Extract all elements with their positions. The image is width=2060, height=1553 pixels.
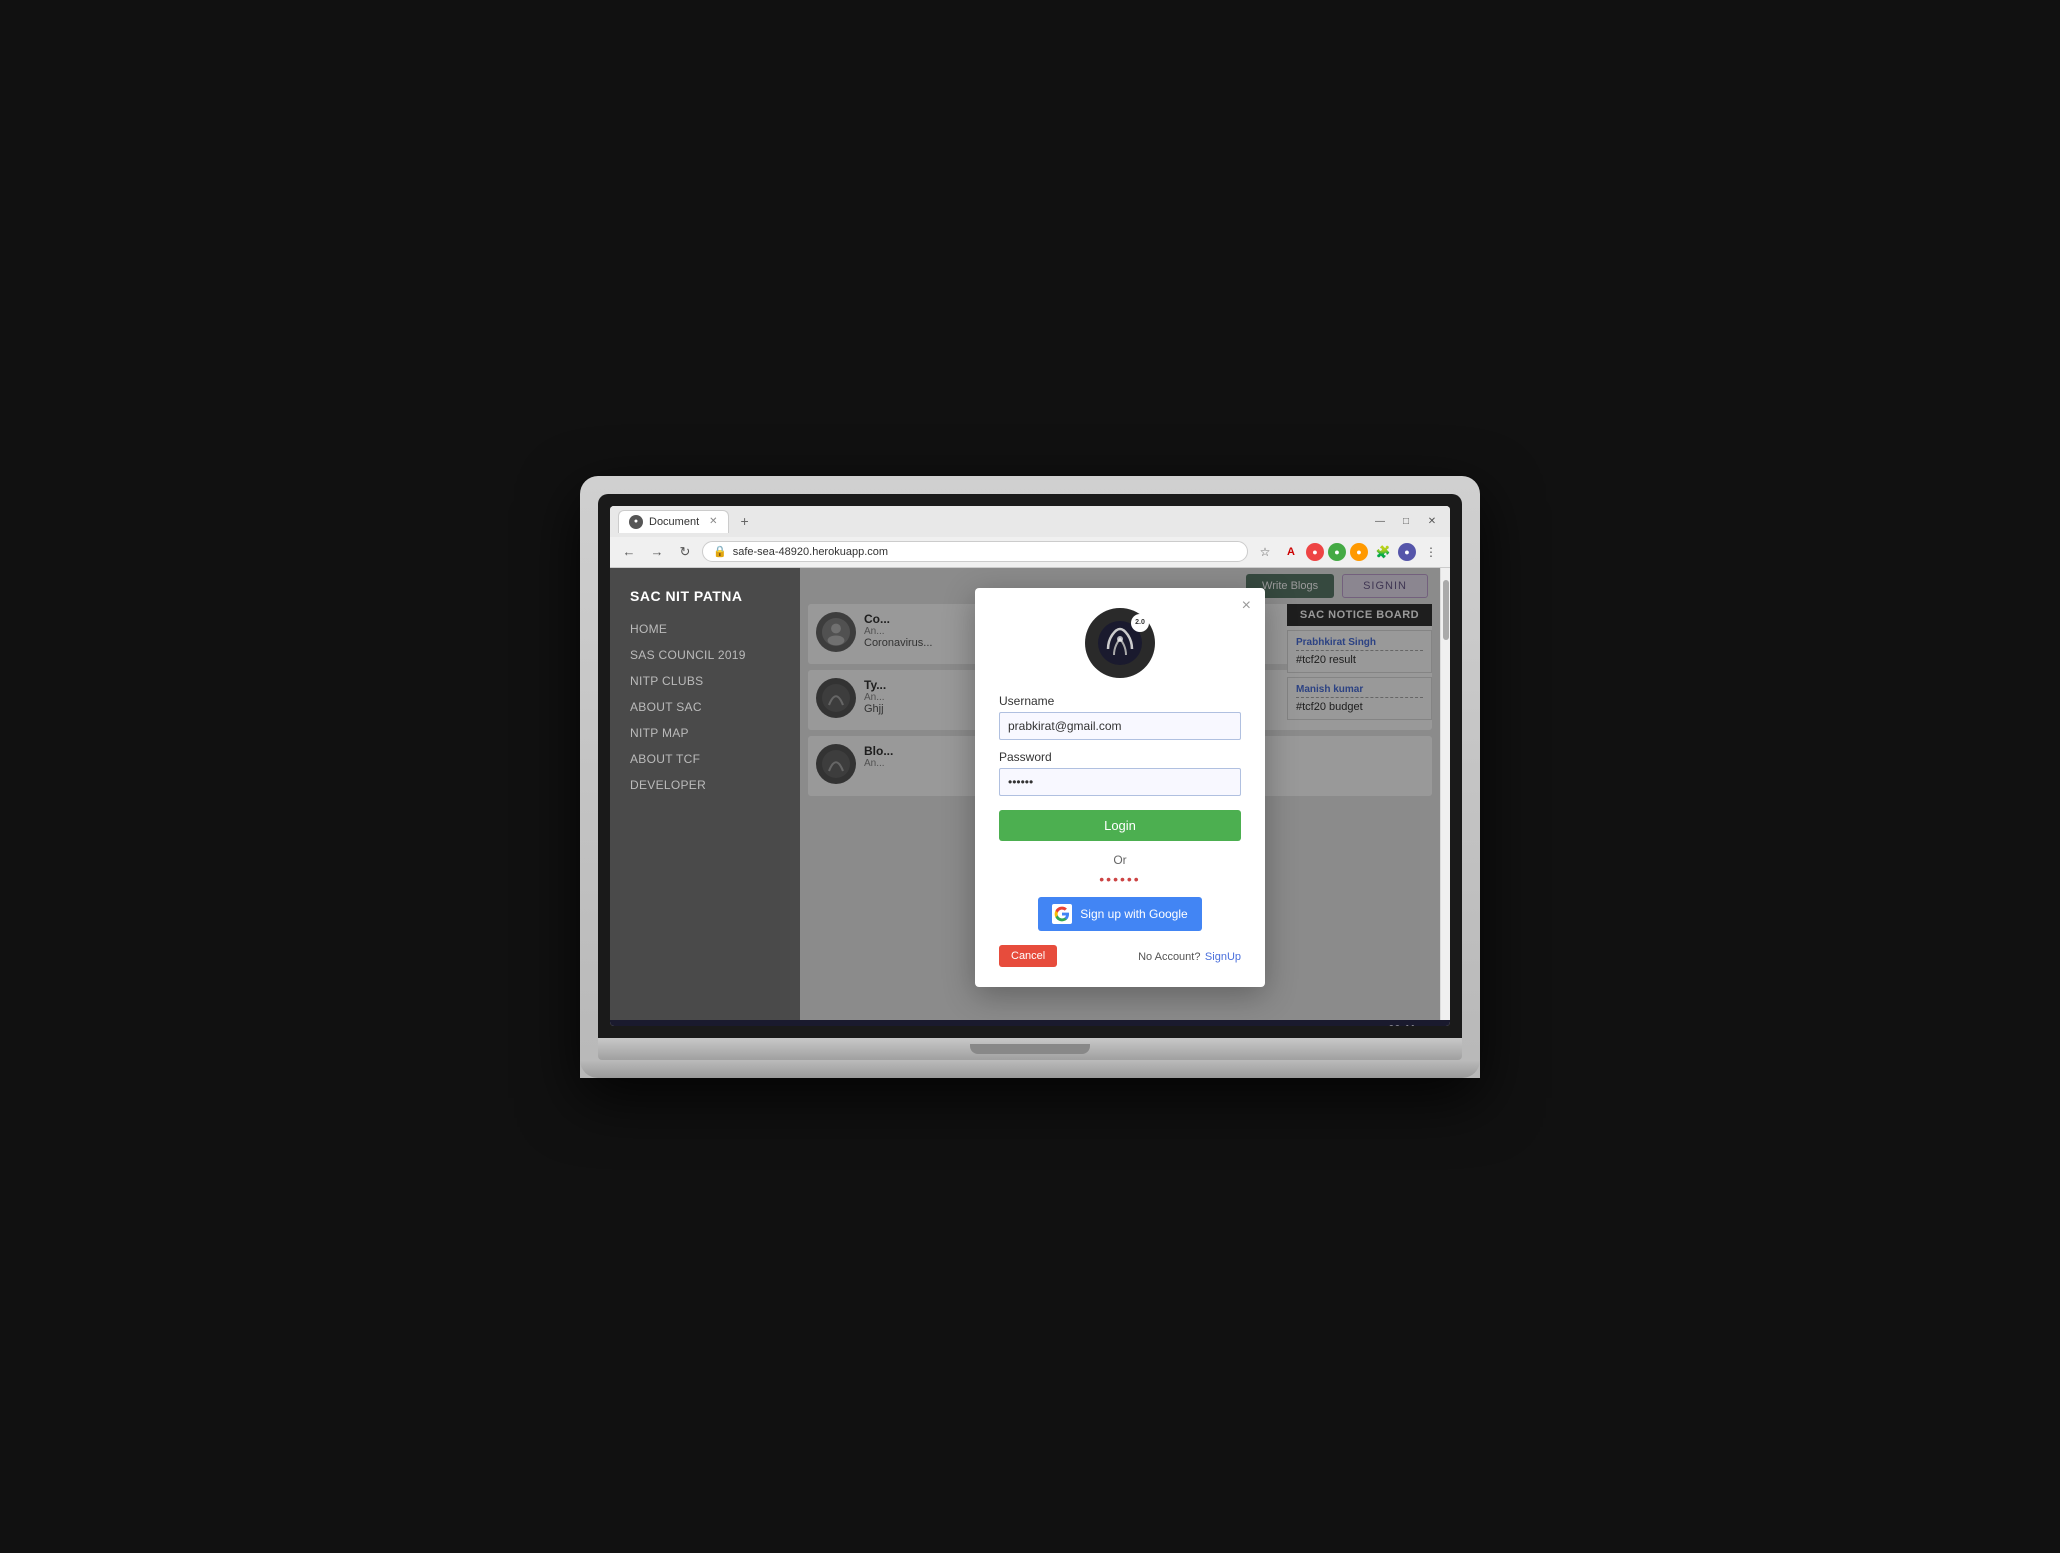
sidebar-item-home[interactable]: HOME [610,616,800,642]
main-area: Write Blogs SIGNIN [800,568,1440,1020]
file-explorer-icon[interactable]: 📁 [824,1024,848,1026]
logo-badge: 2.0 [1131,614,1149,632]
forward-button[interactable]: → [646,541,668,563]
signup-link[interactable]: SignUp [1205,951,1241,963]
modal-overlay: × 2.0 [800,568,1440,1020]
google-signup-button[interactable]: Sign up with Google [1038,897,1201,931]
tab-close-icon[interactable]: ✕ [709,516,717,527]
app-5-icon[interactable]: ⬢ [992,1024,1016,1026]
tab-label: Document [649,516,699,528]
scrollbar[interactable] [1440,568,1450,1020]
username-label: Username [999,694,1241,708]
back-button[interactable]: ← [618,541,640,563]
sidebar-item-nitp-clubs[interactable]: NITP CLUBS [610,668,800,694]
app-2-icon[interactable]: ■ [880,1024,904,1026]
url-text: safe-sea-48920.herokuapp.com [733,546,888,558]
modal-footer: Cancel No Account? SignUp [999,945,1241,967]
profile-3-icon[interactable]: ● [1350,543,1368,561]
app-3-icon[interactable]: ▣ [936,1024,960,1026]
pdf-icon[interactable]: A [1280,541,1302,563]
google-btn-container: Sign up with Google [999,897,1241,931]
browser-titlebar: ● Document ✕ + — □ ✕ [610,506,1450,537]
sidebar-item-about-sac[interactable]: ABOUT SAC [610,694,800,720]
password-label: Password [999,750,1241,764]
account-icon[interactable]: ● [1398,543,1416,561]
vscode-icon[interactable]: 🔷 [1020,1024,1044,1026]
taskbar-right: ? ∧ 🔋 📶 🔊 ENG 23:11 29-07-2020 28 [1268,1023,1444,1026]
cancel-button[interactable]: Cancel [999,945,1057,967]
taskbar-icons: ⊞ 📁 ● ■ ◉ ▣ ⬡ ⬢ 🔷 [796,1024,1044,1026]
scroll-thumb[interactable] [1443,580,1449,640]
browser-tab[interactable]: ● Document ✕ [618,510,729,533]
address-bar[interactable]: 🔒 safe-sea-48920.herokuapp.com [702,541,1248,562]
new-tab-button[interactable]: + [733,511,757,531]
modal-close-button[interactable]: × [1242,598,1251,614]
login-button[interactable]: Login [999,810,1241,841]
taskbar: 🔍 Type here to search ⊞ 📁 ● ■ ◉ ▣ ⬡ ⬢ 🔷 [610,1020,1450,1026]
menu-icon[interactable]: ⋮ [1420,541,1442,563]
profile-1-icon[interactable]: ● [1306,543,1324,561]
maximize-button[interactable]: □ [1396,511,1416,531]
no-account-section: No Account? SignUp [1138,947,1241,965]
laptop-hinge [970,1044,1090,1054]
password-group: Password [999,750,1241,796]
sidebar-title: SAC NIT PATNA [610,580,800,616]
time-value: 23:11 [1370,1023,1416,1026]
time-display: 23:11 29-07-2020 [1370,1023,1416,1026]
sidebar-item-sas-council[interactable]: SAS COUNCIL 2019 [610,642,800,668]
laptop-base [598,1038,1462,1060]
modal-logo: 2.0 [999,608,1241,678]
window-controls: — □ ✕ [1370,511,1442,531]
sidebar-item-nitp-map[interactable]: NITP MAP [610,720,800,746]
no-account-text: No Account? [1138,951,1200,963]
chrome-icon[interactable]: ◉ [908,1024,932,1026]
laptop-bottom [580,1060,1480,1078]
browser-toolbar: ← → ↻ 🔒 safe-sea-48920.herokuapp.com ☆ A… [610,537,1450,567]
or-dots: •••••• [999,871,1241,887]
profile-2-icon[interactable]: ● [1328,543,1346,561]
password-input[interactable] [999,768,1241,796]
lock-icon: 🔒 [713,545,727,558]
browser-actions: ☆ A ● ● ● 🧩 ● ⋮ [1254,541,1442,563]
google-logo-icon [1052,904,1072,924]
username-group: Username [999,694,1241,740]
refresh-button[interactable]: ↻ [674,541,696,563]
bookmark-icon[interactable]: ☆ [1254,541,1276,563]
or-text: Or [999,853,1241,867]
extension-icon[interactable]: 🧩 [1372,541,1394,563]
close-button[interactable]: ✕ [1422,511,1442,531]
tab-favicon: ● [629,515,643,529]
app-1-icon[interactable]: ● [852,1024,876,1026]
task-view-icon[interactable]: ⊞ [796,1024,820,1026]
app-4-icon[interactable]: ⬡ [964,1024,988,1026]
logo-circle: 2.0 [1085,608,1155,678]
sidebar-item-developer[interactable]: DEVELOPER [610,772,800,798]
sidebar-item-about-tcf[interactable]: ABOUT TCF [610,746,800,772]
username-input[interactable] [999,712,1241,740]
login-modal: × 2.0 [975,588,1265,987]
google-btn-label: Sign up with Google [1080,907,1187,921]
sidebar: SAC NIT PATNA HOME SAS COUNCIL 2019 NITP… [610,568,800,1020]
page-content: SAC NIT PATNA HOME SAS COUNCIL 2019 NITP… [610,568,1450,1020]
minimize-button[interactable]: — [1370,511,1390,531]
